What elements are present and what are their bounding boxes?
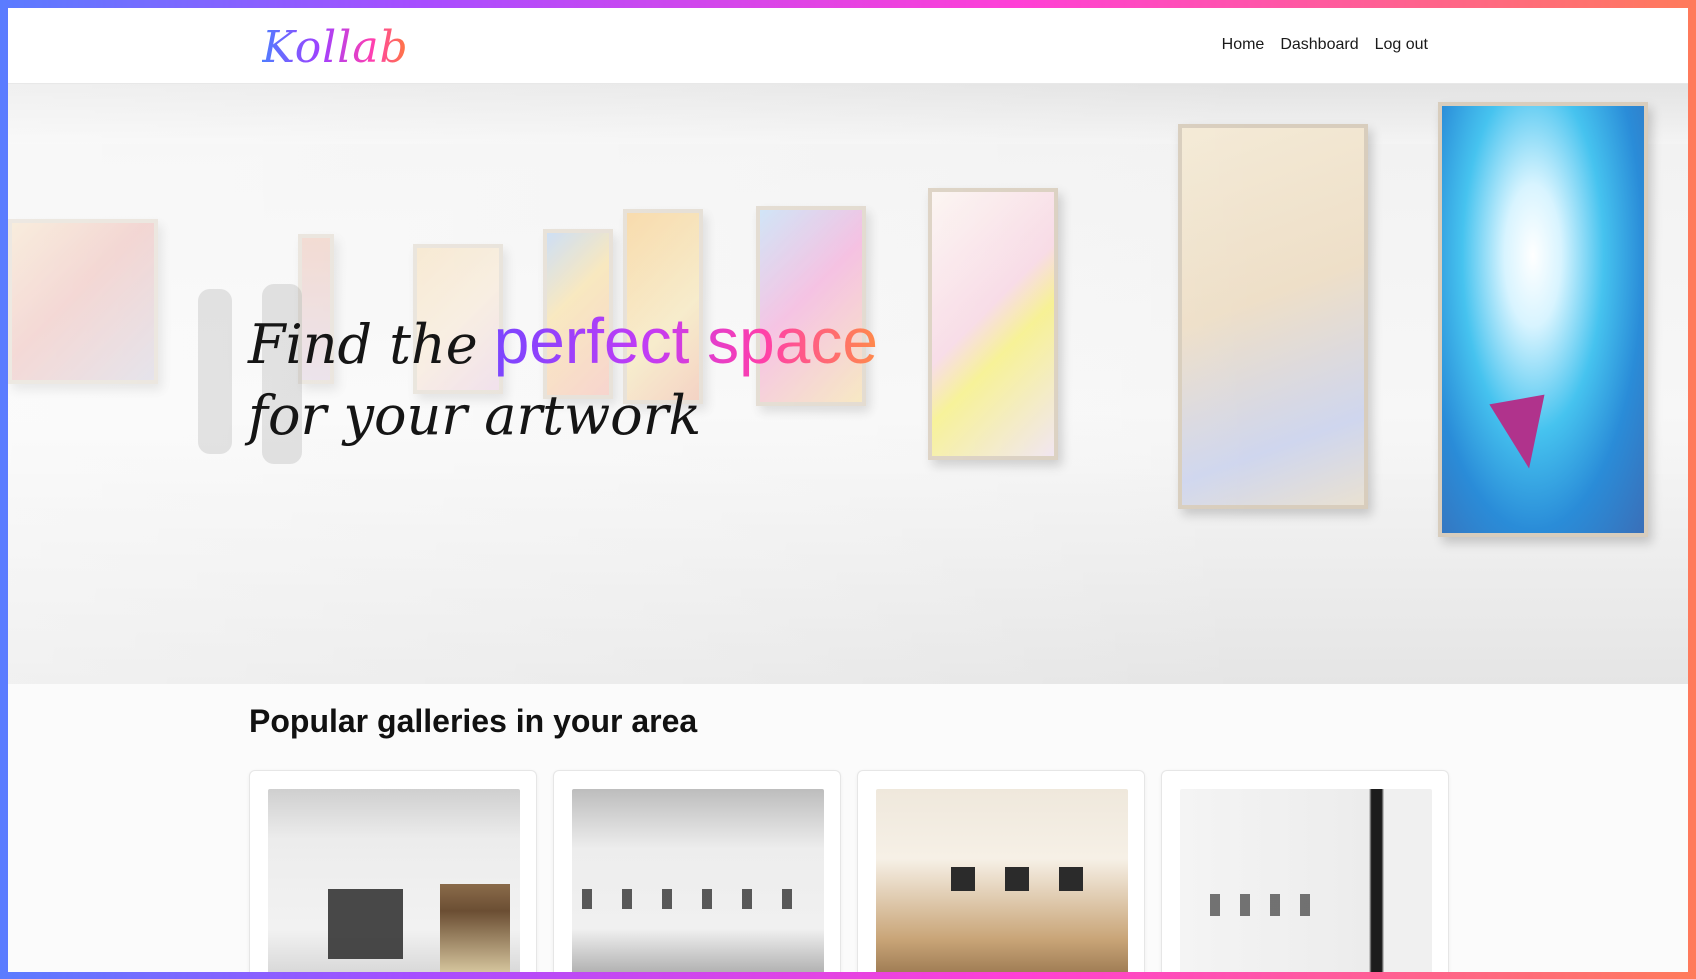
gallery-image-detail	[582, 889, 814, 909]
gallery-image	[1180, 789, 1432, 972]
gallery-image-detail	[328, 889, 403, 959]
logo[interactable]: Kollab	[262, 22, 409, 73]
headline-prefix: Find the	[248, 313, 478, 376]
gallery-image-detail	[1210, 894, 1330, 916]
nav-link-home[interactable]: Home	[1222, 36, 1265, 54]
popular-galleries-title: Popular galleries in your area	[249, 703, 698, 739]
nav-link-dashboard[interactable]: Dashboard	[1280, 36, 1358, 54]
headline-line-2: for your artwork	[248, 384, 702, 447]
gallery-card[interactable]	[857, 770, 1145, 972]
headline-line-1: Find the perfect space	[248, 304, 878, 378]
gallery-image-detail	[951, 867, 1111, 891]
gallery-image-detail	[440, 884, 510, 972]
headline-highlight: perfect space	[493, 305, 878, 377]
gallery-card[interactable]	[249, 770, 537, 972]
gallery-image	[572, 789, 824, 972]
gallery-image	[268, 789, 520, 972]
nav-link-logout[interactable]: Log out	[1375, 36, 1428, 54]
gallery-card[interactable]	[553, 770, 841, 972]
gallery-image	[876, 789, 1128, 972]
hero-banner: Find the perfect space for your artwork	[8, 84, 1688, 684]
navbar: Kollab Home Dashboard Log out	[8, 8, 1688, 84]
gallery-card[interactable]	[1161, 770, 1449, 972]
hero-headline: Find the perfect space for your artwork	[248, 304, 878, 447]
page-viewport: Kollab Home Dashboard Log out Find the p…	[8, 8, 1688, 972]
nav-links: Home Dashboard Log out	[1222, 36, 1428, 54]
gallery-card-list	[249, 770, 1449, 972]
